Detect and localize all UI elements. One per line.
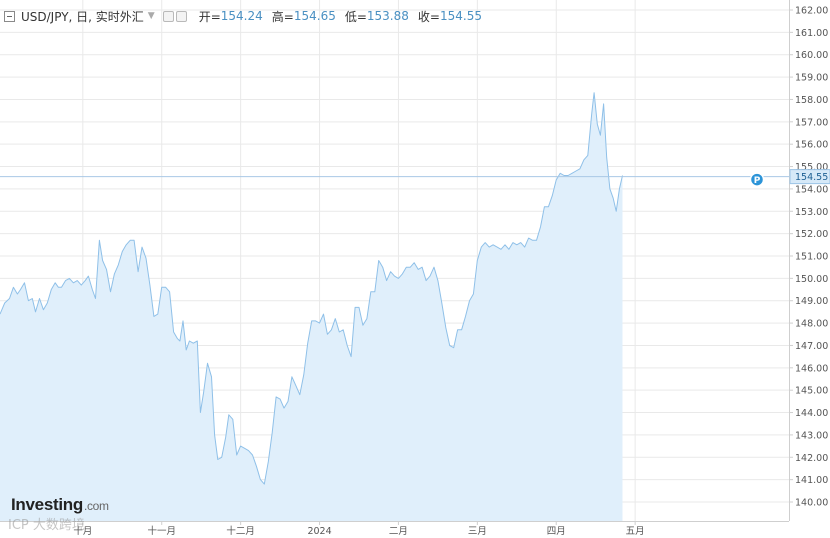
visibility-icon[interactable] (175, 10, 187, 22)
y-tick-label: 140.00 (795, 498, 828, 509)
y-tick-label: 147.00 (795, 341, 828, 352)
y-tick-label: 145.00 (795, 386, 828, 397)
y-tick-label: 149.00 (795, 296, 828, 307)
y-tick-label: 162.00 (795, 6, 828, 17)
y-tick-label: 153.00 (795, 207, 828, 218)
investing-logo: Investing.com (11, 495, 109, 514)
x-tick-label: 十二月 (226, 525, 255, 537)
series-area (0, 92, 623, 521)
y-tick-label: 158.00 (795, 95, 828, 106)
price-chart[interactable]: 140.00 141.00 142.00 143.00 144.00 145.00 146.… (0, 0, 830, 538)
x-tick-label: 二月 (389, 526, 408, 537)
low-value: 153.88 (366, 9, 409, 23)
y-tick-label: 146.00 (795, 363, 828, 374)
y-tick-label: 143.00 (795, 430, 828, 441)
chart-header: USD/JPY, 日, 实时外汇 ▼ 开= 154.24 高= 154.65 低= 1… (4, 6, 491, 26)
close-value: 154.55 (439, 9, 482, 23)
y-tick-label: 151.00 (795, 252, 828, 263)
collapse-toggle-icon[interactable] (4, 10, 15, 22)
y-tick-label: 150.00 (795, 274, 828, 285)
y-tick-label: 144.00 (795, 408, 828, 419)
y-tick-label: 141.00 (795, 475, 828, 486)
watermark: ICP 大数跨境 (8, 518, 85, 533)
high-value: 154.65 (293, 9, 336, 23)
y-tick-label: 161.00 (795, 28, 828, 39)
x-tick-label: 三月 (468, 526, 487, 537)
settings-icon[interactable] (162, 10, 174, 22)
y-tick-label: 157.00 (795, 117, 828, 128)
y-tick-label: 142.00 (795, 453, 828, 464)
y-tick-label: 156.00 (795, 140, 828, 151)
x-tick-label: 五月 (626, 526, 645, 537)
low-label: 低= (344, 9, 367, 24)
high-label: 高= (271, 9, 294, 24)
y-tick-label: 159.00 (795, 73, 828, 84)
open-value: 154.24 (220, 9, 263, 23)
close-label: 收= (417, 9, 440, 24)
y-tick-label: 160.00 (795, 50, 828, 61)
last-price-label: 154.55 (795, 172, 828, 183)
x-tick-label: 十一月 (147, 525, 176, 537)
y-tick-label: 154.00 (795, 184, 828, 195)
x-tick-label: 四月 (547, 526, 566, 537)
y-tick-label: 152.00 (795, 229, 828, 240)
chevron-down-icon[interactable]: ▼ (148, 11, 155, 21)
price-marker-label: P (754, 176, 761, 186)
x-tick-label: 2024 (307, 526, 331, 537)
open-label: 开= (198, 9, 221, 24)
y-tick-label: 148.00 (795, 319, 828, 330)
instrument-title: USD/JPY, 日, 实时外汇 (21, 9, 144, 24)
